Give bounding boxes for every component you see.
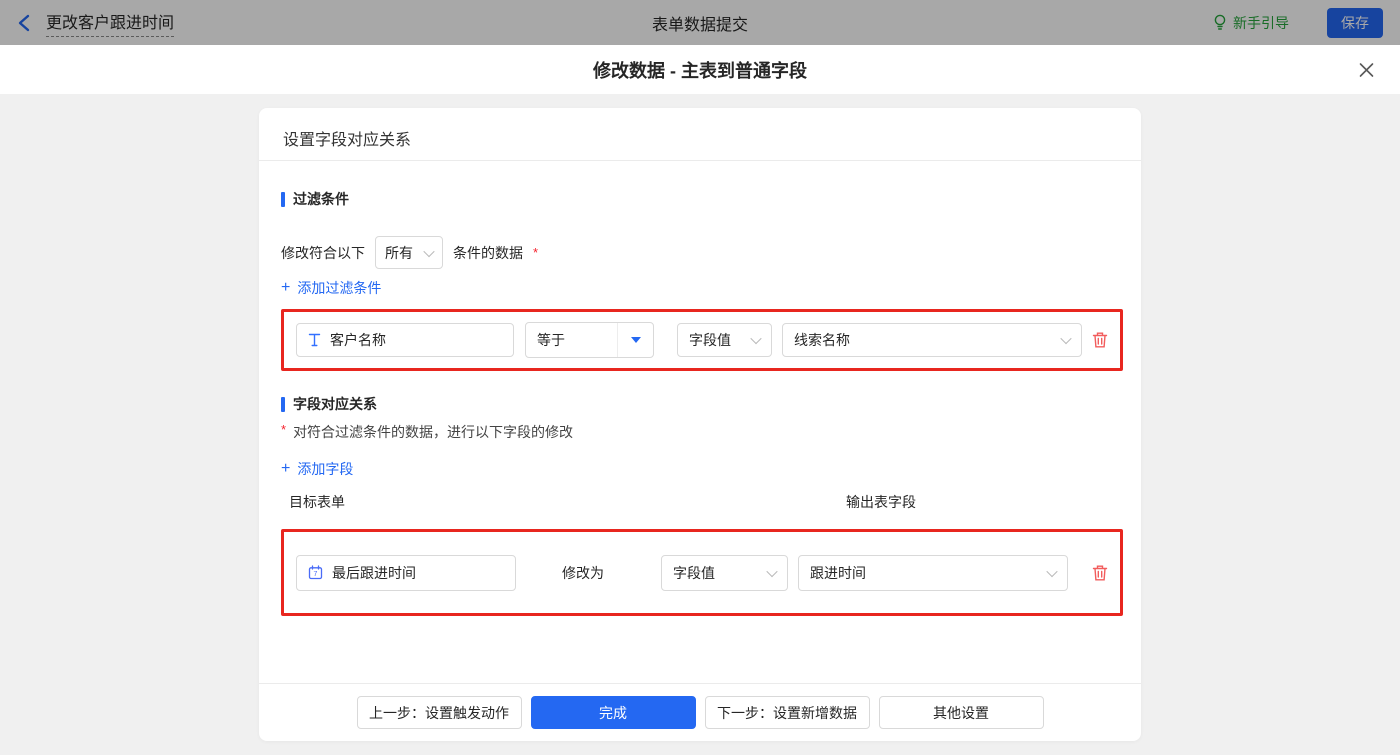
filter-section-title: 过滤条件 (281, 189, 1123, 209)
chevron-down-icon (423, 245, 434, 256)
next-step-button[interactable]: 下一步：设置新增数据 (705, 696, 870, 729)
delete-filter-row-button[interactable] (1092, 331, 1108, 349)
plus-icon: + (281, 280, 290, 296)
mapping-value-type: 字段值 (673, 563, 715, 583)
other-settings-button[interactable]: 其他设置 (879, 696, 1044, 729)
value-type-select[interactable]: 字段值 (677, 323, 772, 357)
beginner-guide-link[interactable]: 新手引导 (1213, 13, 1289, 33)
value-type-value: 字段值 (689, 330, 731, 350)
dialog-header: 修改数据 - 主表到普通字段 (0, 45, 1400, 95)
prev-step-button[interactable]: 上一步：设置触发动作 (357, 696, 522, 729)
settings-card: 设置字段对应关系 过滤条件 修改符合以下 所有 条件的数据 * + 添加过滤条件 (259, 108, 1141, 741)
add-filter-label: 添加过滤条件 (297, 278, 381, 298)
filter-field-value: 客户名称 (330, 330, 386, 350)
chevron-down-icon (766, 565, 777, 576)
guide-label: 新手引导 (1233, 13, 1289, 33)
close-icon (1359, 62, 1374, 77)
mapping-row-highlight-box: 7 最后跟进时间 修改为 字段值 跟进时间 (281, 529, 1123, 616)
section-bar (281, 397, 285, 412)
mapping-value-type-select[interactable]: 字段值 (661, 555, 788, 591)
calendar-icon: 7 (308, 565, 323, 580)
chevron-left-icon (17, 14, 31, 32)
required-mark: * (533, 245, 538, 260)
operator-select[interactable]: 等于 (525, 322, 654, 358)
delete-mapping-row-button[interactable] (1092, 564, 1108, 582)
chevron-down-icon (750, 333, 761, 344)
filter-field-input[interactable]: 客户名称 (296, 323, 514, 357)
card-header-title: 设置字段对应关系 (259, 108, 1141, 160)
mapping-column-headers: 目标表单 输出表字段 (281, 492, 1123, 511)
text-field-icon (308, 333, 321, 347)
mapping-section-title: 字段对应关系 (281, 394, 1123, 414)
match-mode-select[interactable]: 所有 (375, 236, 443, 269)
triangle-down-icon (631, 337, 641, 343)
filter-value: 线索名称 (794, 330, 850, 350)
output-field-column-label: 输出表字段 (846, 492, 916, 512)
done-button[interactable]: 完成 (531, 696, 696, 729)
match-suffix-label: 条件的数据 (453, 243, 523, 263)
target-form-column-label: 目标表单 (289, 492, 345, 512)
mapping-section-label: 字段对应关系 (293, 394, 377, 414)
add-filter-condition-link[interactable]: + 添加过滤条件 (281, 278, 381, 298)
back-button[interactable] (17, 14, 31, 32)
flow-name[interactable]: 更改客户跟进时间 (46, 9, 174, 37)
save-button[interactable]: 保存 (1327, 8, 1383, 38)
filter-row-highlight-box: 客户名称 等于 字段值 线索名称 (281, 309, 1123, 371)
operator-value: 等于 (526, 323, 617, 357)
close-button[interactable] (1359, 62, 1374, 77)
dialog-body: 设置字段对应关系 过滤条件 修改符合以下 所有 条件的数据 * + 添加过滤条件 (0, 108, 1400, 755)
match-condition-row: 修改符合以下 所有 条件的数据 * (281, 236, 1123, 269)
filter-value-select[interactable]: 线索名称 (782, 323, 1082, 357)
add-field-link[interactable]: + 添加字段 (281, 459, 353, 479)
required-mark: * (281, 422, 286, 437)
modify-to-label: 修改为 (562, 563, 604, 583)
mapping-description-row: * 对符合过滤条件的数据，进行以下字段的修改 (281, 422, 1123, 442)
chevron-down-icon (1046, 565, 1057, 576)
mapping-value-select[interactable]: 跟进时间 (798, 555, 1068, 591)
card-header-divider (259, 160, 1141, 161)
modal-dim-overlay (0, 0, 1400, 45)
lightbulb-icon (1213, 14, 1227, 31)
operator-caret-button[interactable] (617, 323, 653, 357)
page-title: 表单数据提交 (0, 11, 1400, 35)
plus-icon: + (281, 461, 290, 477)
section-bar (281, 192, 285, 207)
add-field-label: 添加字段 (297, 459, 353, 479)
card-footer: 上一步：设置触发动作 完成 下一步：设置新增数据 其他设置 (259, 683, 1141, 741)
dialog-title: 修改数据 - 主表到普通字段 (593, 57, 807, 83)
mapping-description: 对符合过滤条件的数据，进行以下字段的修改 (293, 422, 573, 442)
svg-text:7: 7 (314, 571, 318, 578)
trash-icon (1092, 331, 1108, 349)
target-field-input[interactable]: 7 最后跟进时间 (296, 555, 516, 591)
trash-icon (1092, 564, 1108, 582)
target-field-value: 最后跟进时间 (332, 563, 416, 583)
top-bar: 更改客户跟进时间 表单数据提交 新手引导 保存 (0, 0, 1400, 45)
chevron-down-icon (1060, 333, 1071, 344)
match-mode-value: 所有 (385, 243, 413, 263)
filter-section-label: 过滤条件 (293, 189, 349, 209)
mapping-value: 跟进时间 (810, 563, 866, 583)
match-prefix-label: 修改符合以下 (281, 243, 365, 263)
